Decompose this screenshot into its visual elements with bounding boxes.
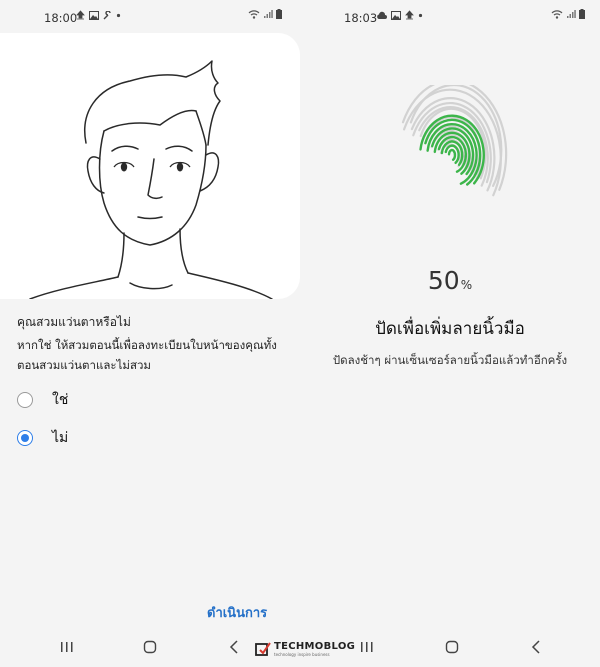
fingerprint-title: ปัดเพื่อเพิ่มลายนิ้วมือ xyxy=(375,319,525,339)
continue-button[interactable]: ดำเนินการ xyxy=(207,602,267,623)
fingerprint-icon xyxy=(401,85,508,197)
wifi-icon xyxy=(248,10,260,19)
watermark-logo: TECHMOBLOG technology inspire business xyxy=(255,641,355,657)
home-icon xyxy=(445,640,459,654)
dot-icon xyxy=(116,13,121,17)
cloud-icon xyxy=(377,11,387,19)
dot-icon xyxy=(418,13,423,17)
recent-apps-icon xyxy=(361,642,373,652)
recent-apps-button[interactable] xyxy=(355,637,379,657)
option-no[interactable]: ไม่ xyxy=(17,427,68,449)
fingerprint-register-screen: 18:03 50% ปัดเพื่อเพิ่มลายนิ้วมือ ปัดลงช… xyxy=(300,0,600,667)
back-button[interactable] xyxy=(222,637,246,657)
back-icon xyxy=(531,640,540,654)
option-yes-label: ใช่ xyxy=(52,392,69,408)
option-no-label: ไม่ xyxy=(52,430,69,446)
fingerprint-progress-ridge xyxy=(447,148,457,161)
progress-percent: 50% xyxy=(300,266,600,295)
status-time: 18:00 xyxy=(44,11,78,25)
progress-value: 50 xyxy=(427,266,460,295)
status-bar: 18:03 xyxy=(300,0,600,34)
upload-icon xyxy=(405,10,414,20)
face-register-screen: 18:00 คุณสวมแว่นตาหรือไม่ หากใช่ ให้สวมต… xyxy=(0,0,300,667)
image-icon xyxy=(89,10,99,20)
home-button[interactable] xyxy=(440,637,464,657)
wifi-icon xyxy=(551,10,563,19)
wrench-icon xyxy=(103,10,111,19)
radio-no[interactable] xyxy=(17,430,33,446)
upload-icon xyxy=(76,10,85,20)
notification-icons xyxy=(76,10,121,20)
battery-icon xyxy=(579,9,585,19)
home-icon xyxy=(143,640,157,654)
system-icons xyxy=(248,9,282,19)
fingerprint-description: ปัดลงช้าๆ ผ่านเซ็นเซอร์ลายนิ้วมือแล้วทำอ… xyxy=(332,353,568,367)
progress-unit: % xyxy=(460,278,473,292)
back-button[interactable] xyxy=(524,637,548,657)
back-icon xyxy=(229,640,238,654)
recent-apps-button[interactable] xyxy=(55,637,79,657)
status-time: 18:03 xyxy=(344,11,378,25)
home-button[interactable] xyxy=(138,637,162,657)
glasses-hint: หากใช่ ให้สวมตอนนี้เพื่อลงทะเบียนใบหน้าข… xyxy=(17,338,277,372)
watermark-tagline: technology inspire business xyxy=(274,651,330,657)
watermark-logo-icon xyxy=(255,642,271,656)
battery-icon xyxy=(276,9,282,19)
system-icons xyxy=(551,9,585,19)
glasses-question: คุณสวมแว่นตาหรือไม่ xyxy=(17,315,131,329)
option-yes[interactable]: ใช่ xyxy=(17,389,68,411)
recent-apps-icon xyxy=(61,642,73,652)
face-illustration xyxy=(29,60,273,299)
notification-icons xyxy=(376,10,423,20)
watermark-name: TECHMOBLOG xyxy=(274,640,356,652)
signal-icon xyxy=(567,10,576,18)
image-icon xyxy=(391,10,401,20)
radio-yes[interactable] xyxy=(17,392,33,408)
status-bar: 18:00 xyxy=(0,0,300,34)
face-illustration-card xyxy=(0,33,300,299)
signal-icon xyxy=(264,10,273,18)
